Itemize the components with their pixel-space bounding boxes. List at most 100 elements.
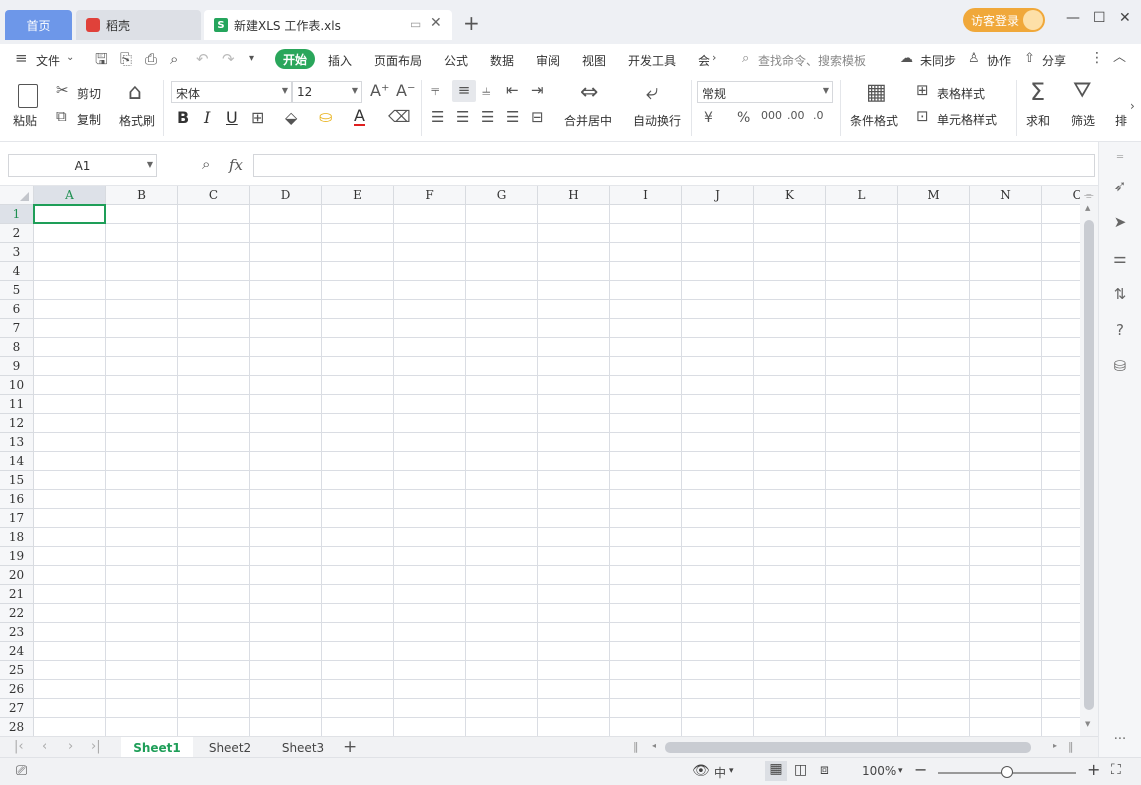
zoom-out-icon[interactable]: − [914, 760, 927, 779]
align-middle-icon[interactable]: ≡ [452, 80, 476, 102]
sheet-tab-1[interactable]: Sheet1 [121, 737, 193, 758]
login-button[interactable]: 访客登录 [963, 8, 1045, 32]
percent-icon[interactable]: % [737, 111, 750, 125]
distributed-icon[interactable]: ⊟ [531, 110, 544, 125]
column-header[interactable]: B [106, 186, 178, 205]
column-header[interactable]: C [178, 186, 250, 205]
menu-review[interactable]: 审阅 [536, 52, 560, 69]
cut-button[interactable]: 剪切 [77, 85, 101, 102]
help-icon[interactable]: ? [1112, 322, 1128, 338]
zoom-formula-icon[interactable]: ⌕ [202, 157, 210, 172]
align-left-icon[interactable]: ☰ [431, 110, 444, 125]
split-icon[interactable]: ⌯ [1084, 188, 1094, 203]
settings-sliders-icon[interactable]: ⚌ [1112, 250, 1128, 266]
menu-member[interactable]: 会 [698, 52, 710, 69]
decrease-decimal-icon[interactable]: .0 [813, 110, 824, 121]
copy-button[interactable]: 复制 [77, 111, 101, 128]
indent-decrease-icon[interactable]: ⇤ [506, 83, 519, 98]
align-bottom-icon[interactable]: ⫨ [482, 83, 490, 98]
align-center-icon[interactable]: ☰ [456, 110, 469, 125]
row-header[interactable]: 3 [0, 243, 34, 262]
row-header[interactable]: 24 [0, 642, 34, 661]
zoom-slider-knob[interactable] [1001, 766, 1013, 778]
menu-view[interactable]: 视图 [582, 52, 606, 69]
close-tab-icon[interactable]: ✕ [430, 15, 442, 31]
next-sheet-icon[interactable]: › [68, 739, 73, 754]
quick-access-dropdown-icon[interactable]: ▾ [249, 54, 254, 64]
row-header[interactable]: 4 [0, 262, 34, 281]
column-header[interactable]: E [322, 186, 394, 205]
decrease-font-icon[interactable]: A⁻ [396, 83, 415, 99]
sync-button[interactable]: 未同步 [920, 52, 956, 69]
row-header[interactable]: 12 [0, 414, 34, 433]
menu-start[interactable]: 开始 [275, 49, 315, 69]
tab-splitter-icon[interactable]: ‖ [633, 740, 639, 753]
sort-button[interactable]: 排 [1115, 112, 1127, 129]
menu-file[interactable]: 文件 [36, 52, 60, 69]
add-sheet-icon[interactable]: + [343, 737, 357, 757]
column-header[interactable]: J [682, 186, 754, 205]
eraser-icon[interactable]: ⌫ [388, 109, 411, 125]
menu-page-layout[interactable]: 页面布局 [374, 52, 422, 69]
row-header[interactable]: 18 [0, 528, 34, 547]
share-button[interactable]: 分享 [1042, 52, 1066, 69]
zoom-in-icon[interactable]: + [1087, 760, 1100, 779]
align-top-icon[interactable]: ⫧ [431, 83, 439, 98]
tab-home[interactable]: 首页 [5, 10, 72, 40]
close-window-icon[interactable]: ✕ [1119, 10, 1131, 26]
collapse-ribbon-icon[interactable]: ︿ [1113, 51, 1126, 64]
select-all-corner[interactable] [0, 186, 34, 205]
thousands-icon[interactable]: 000 [761, 110, 782, 121]
column-header[interactable]: K [754, 186, 826, 205]
sheet-tab-3[interactable]: Sheet3 [269, 737, 337, 758]
normal-view-icon[interactable]: ▦ [765, 761, 787, 781]
conditional-format-button[interactable]: 条件格式 [850, 112, 898, 129]
search-input[interactable]: 查找命令、搜索模板 [758, 52, 866, 69]
format-painter-button[interactable]: 格式刷 [119, 112, 155, 129]
fullscreen-icon[interactable]: ⛶ [1111, 762, 1121, 778]
row-header[interactable]: 6 [0, 300, 34, 319]
justify-icon[interactable]: ☰ [506, 110, 519, 125]
transform-icon[interactable]: ⇅ [1112, 286, 1128, 302]
column-header[interactable]: N [970, 186, 1042, 205]
fill-color-icon[interactable]: ⛀ [319, 109, 332, 125]
maximize-icon[interactable]: ☐ [1093, 10, 1106, 26]
row-header[interactable]: 23 [0, 623, 34, 642]
menu-insert[interactable]: 插入 [328, 52, 352, 69]
backup-icon[interactable]: ⛁ [1112, 358, 1128, 374]
font-color-icon[interactable]: A [354, 108, 365, 126]
number-format-select[interactable]: 常规 ▼ [697, 81, 833, 103]
first-sheet-icon[interactable]: |‹ [14, 739, 24, 754]
menu-data[interactable]: 数据 [490, 52, 514, 69]
column-header[interactable]: H [538, 186, 610, 205]
column-header[interactable]: D [250, 186, 322, 205]
fx-icon[interactable]: fx [229, 156, 243, 174]
currency-icon[interactable]: ¥ [704, 111, 713, 125]
row-header[interactable]: 9 [0, 357, 34, 376]
increase-font-icon[interactable]: A⁺ [370, 83, 389, 99]
column-header[interactable]: G [466, 186, 538, 205]
row-header[interactable]: 19 [0, 547, 34, 566]
border-icon[interactable]: ⊞ [251, 110, 264, 126]
scroll-up-icon[interactable]: ▲ [1085, 204, 1090, 212]
row-header[interactable]: 8 [0, 338, 34, 357]
row-header[interactable]: 20 [0, 566, 34, 585]
row-header[interactable]: 11 [0, 395, 34, 414]
cursor-icon[interactable]: ➤ [1112, 214, 1128, 230]
tab-docer[interactable]: 稻壳 [76, 10, 201, 40]
chevron-right-icon[interactable]: › [712, 52, 716, 63]
redo-icon[interactable]: ↷ [222, 52, 235, 67]
filter-button[interactable]: 筛选 [1071, 112, 1095, 129]
row-header[interactable]: 14 [0, 452, 34, 471]
table-style-button[interactable]: 表格样式 [937, 85, 985, 102]
sheet-tab-2[interactable]: Sheet2 [196, 737, 264, 758]
eye-protection-icon[interactable]: 👁 [692, 763, 710, 779]
row-header[interactable]: 15 [0, 471, 34, 490]
cell-area[interactable] [34, 205, 1080, 736]
font-size-select[interactable]: 12 ▼ [292, 81, 362, 103]
row-header[interactable]: 5 [0, 281, 34, 300]
merge-center-button[interactable]: 合并居中 [564, 112, 612, 129]
menu-developer[interactable]: 开发工具 [628, 52, 676, 69]
row-header[interactable]: 17 [0, 509, 34, 528]
save-icon[interactable]: 🖫 [95, 52, 108, 67]
